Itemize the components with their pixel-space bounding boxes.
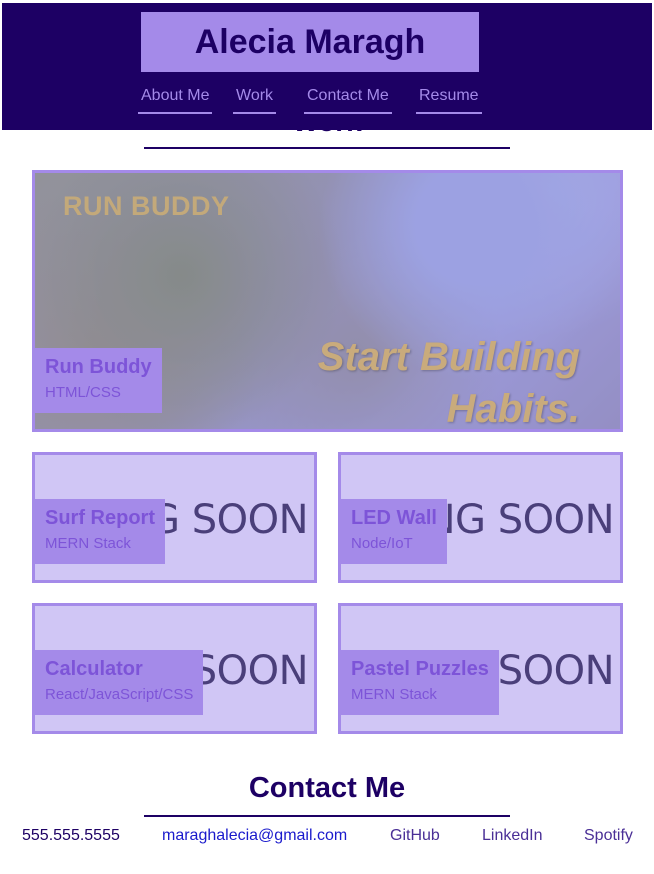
linkedin-link[interactable]: LinkedIn bbox=[482, 827, 543, 845]
project-label[interactable]: Calculator React/JavaScript/CSS bbox=[35, 650, 203, 715]
project-label[interactable]: LED Wall Node/IoT bbox=[341, 499, 447, 564]
project-name: Surf Report bbox=[45, 507, 155, 529]
project-name: Calculator bbox=[45, 658, 143, 680]
nav-contact-me[interactable]: Contact Me bbox=[304, 87, 392, 114]
site-title-box: Alecia Maragh bbox=[141, 12, 479, 72]
tagline-line-2: Habits. bbox=[446, 387, 580, 431]
featured-project-card[interactable]: RUN BUDDY Start Building Habits. Run Bud… bbox=[32, 170, 623, 432]
tagline-line-1: Start Building bbox=[317, 335, 580, 379]
project-card-pastel-puzzles[interactable]: SOON Pastel Puzzles MERN Stack bbox=[338, 603, 623, 734]
project-stack: HTML/CSS bbox=[45, 384, 121, 401]
coming-soon-placeholder: NG SOON bbox=[425, 497, 615, 543]
github-link[interactable]: GitHub bbox=[390, 827, 440, 845]
site-header: Alecia Maragh About Me Work Contact Me R… bbox=[2, 3, 652, 130]
featured-project-tagline: Start Building Habits. bbox=[317, 331, 580, 431]
project-name: Run Buddy bbox=[45, 356, 152, 378]
project-card-led-wall[interactable]: NG SOON LED Wall Node/IoT bbox=[338, 452, 623, 583]
nav-about-me[interactable]: About Me bbox=[138, 87, 213, 114]
work-divider bbox=[144, 147, 510, 149]
project-name: Pastel Puzzles bbox=[351, 658, 489, 680]
project-name: LED Wall bbox=[351, 507, 437, 529]
nav-work[interactable]: Work bbox=[233, 87, 277, 114]
project-label[interactable]: Pastel Puzzles MERN Stack bbox=[341, 650, 499, 715]
project-stack: React/JavaScript/CSS bbox=[45, 686, 194, 703]
spotify-link[interactable]: Spotify bbox=[584, 827, 633, 845]
site-title: Alecia Maragh bbox=[194, 22, 426, 61]
coming-soon-placeholder: SOON bbox=[497, 648, 615, 694]
contact-heading: Contact Me bbox=[248, 772, 406, 804]
contact-phone: 555.555.5555 bbox=[22, 827, 120, 844]
project-stack: Node/IoT bbox=[351, 535, 413, 552]
project-card-surf-report[interactable]: G SOON Surf Report MERN Stack bbox=[32, 452, 317, 583]
featured-project-label[interactable]: Run Buddy HTML/CSS bbox=[35, 348, 162, 413]
project-label[interactable]: Surf Report MERN Stack bbox=[35, 499, 165, 564]
coming-soon-placeholder: G SOON bbox=[149, 497, 309, 543]
contact-email-link[interactable]: maraghalecia@gmail.com bbox=[162, 827, 347, 845]
project-card-calculator[interactable]: SOON Calculator React/JavaScript/CSS bbox=[32, 603, 317, 734]
project-stack: MERN Stack bbox=[45, 535, 131, 552]
featured-project-logo: RUN BUDDY bbox=[63, 191, 230, 221]
coming-soon-placeholder: SOON bbox=[191, 648, 309, 694]
nav-resume[interactable]: Resume bbox=[416, 87, 482, 114]
main-nav: About Me Work Contact Me Resume bbox=[2, 87, 652, 117]
project-stack: MERN Stack bbox=[351, 686, 437, 703]
contact-divider bbox=[144, 815, 510, 817]
